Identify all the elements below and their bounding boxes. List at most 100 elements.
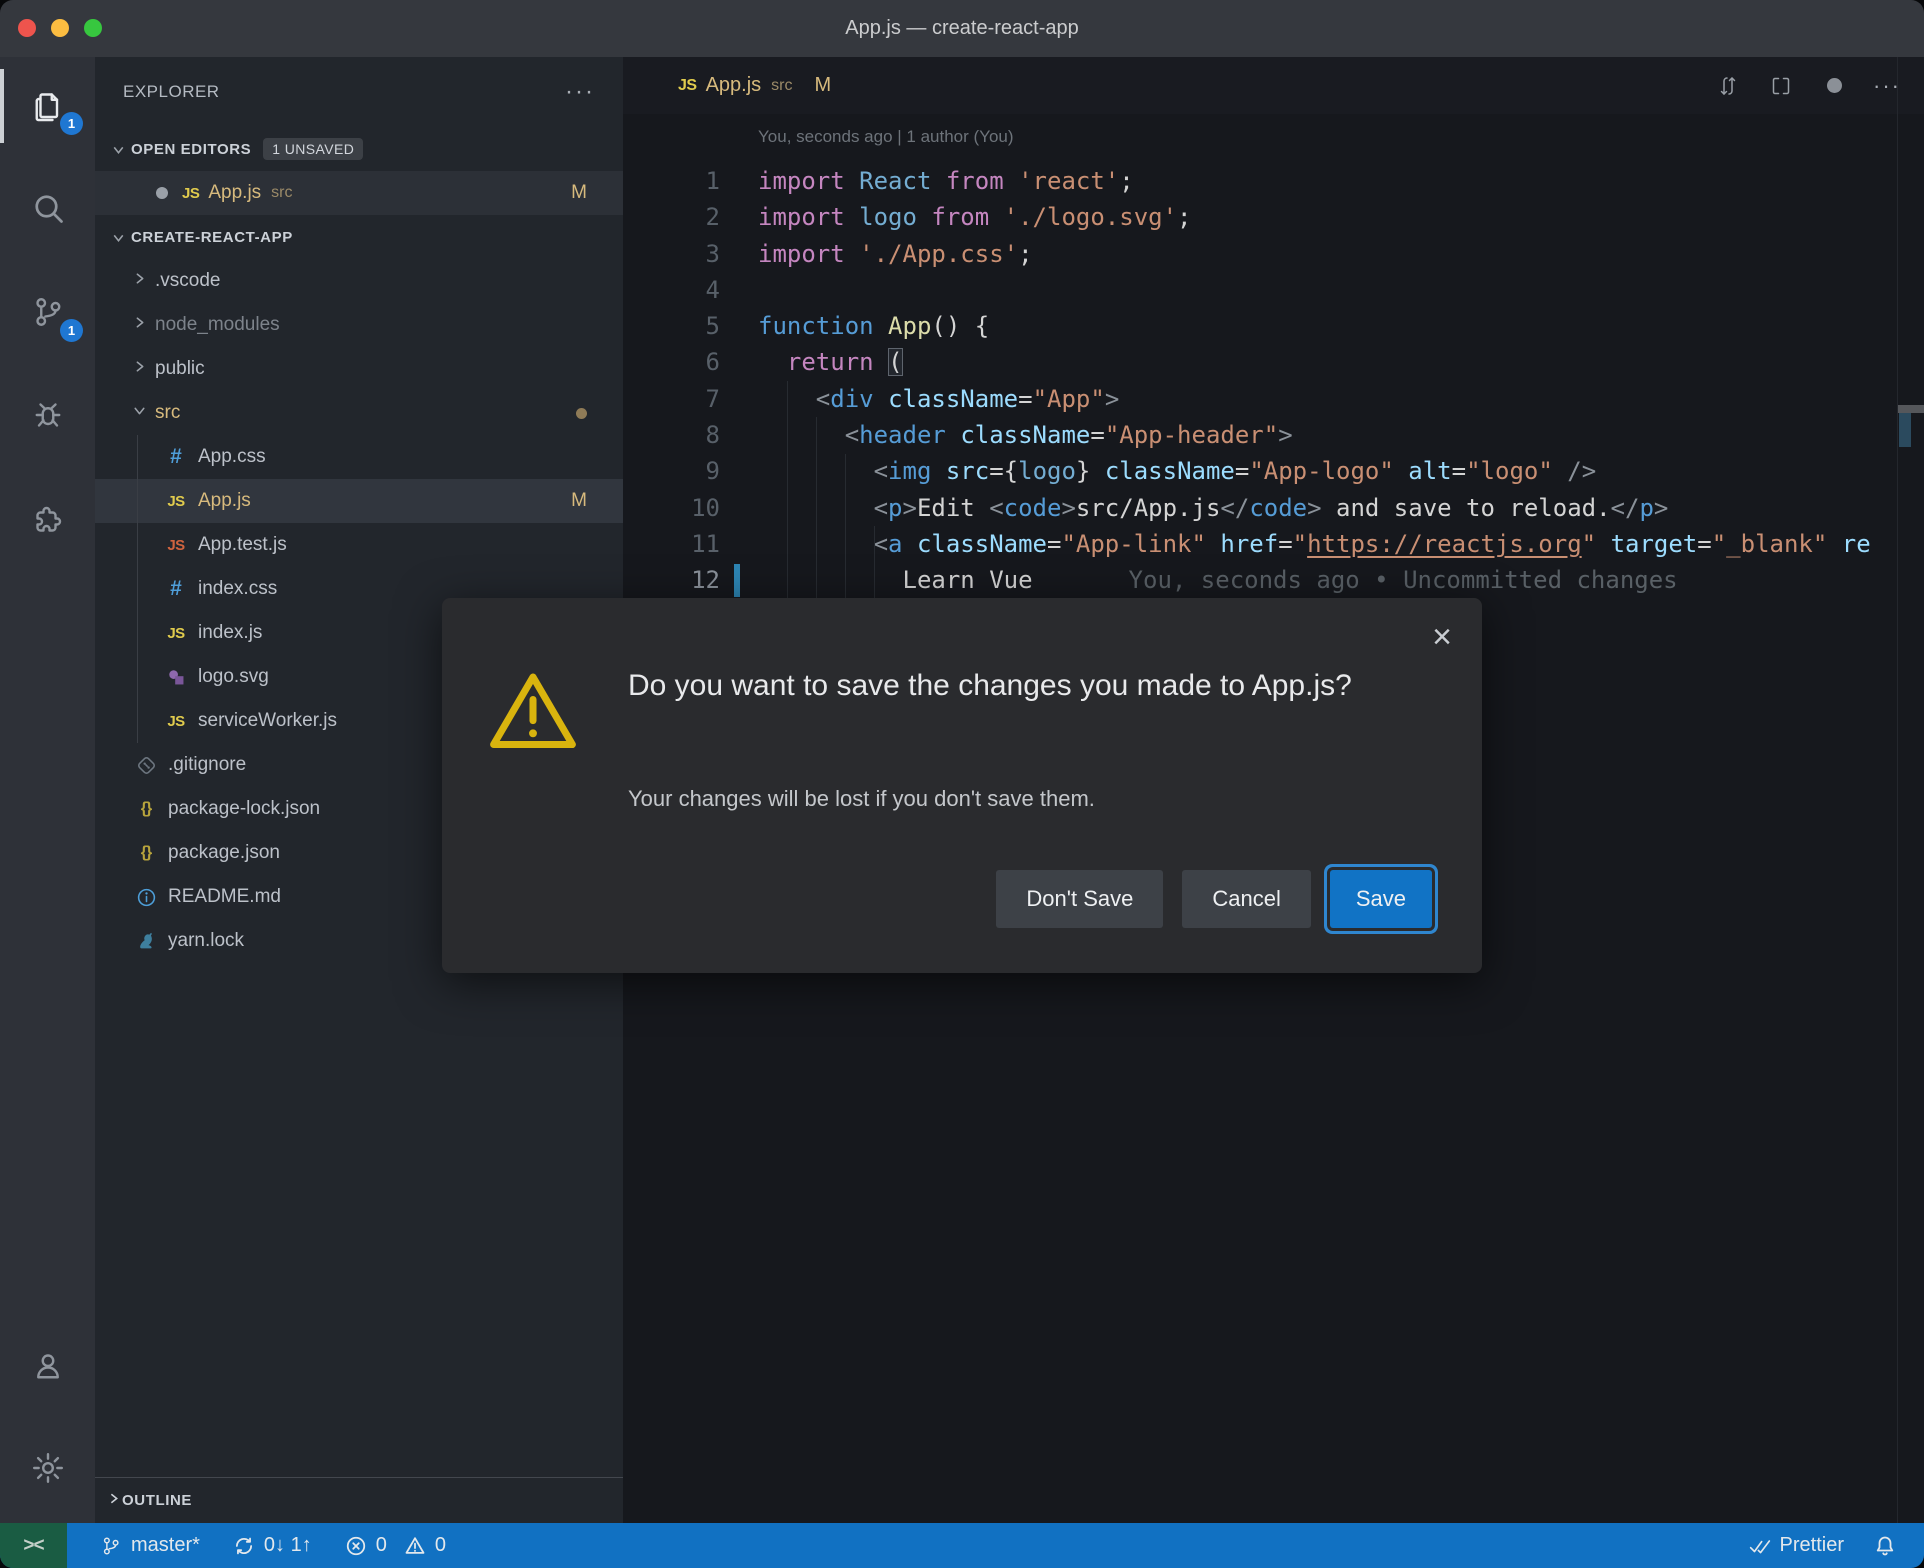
code-line-12[interactable]: 12 Learn Vue You, seconds ago • Uncommitt…: [623, 562, 1897, 598]
tree-item-label: index.css: [198, 578, 278, 599]
js-file-icon: JS: [678, 76, 697, 94]
modified-circle-icon[interactable]: [1821, 73, 1847, 99]
split-editor-icon[interactable]: [1768, 73, 1794, 99]
code-line-1[interactable]: 1 import React from 'react';: [623, 163, 1897, 199]
open-editor-item-appjs[interactable]: JS App.js src M: [95, 171, 623, 215]
editor-actions: ···: [1715, 57, 1900, 114]
css-file-icon: #: [170, 445, 182, 468]
status-item-prettier[interactable]: Prettier: [1749, 1534, 1844, 1557]
git-modified-badge: M: [571, 490, 587, 511]
tree-item-label: App.js: [198, 490, 251, 511]
line-number: 5: [705, 312, 720, 341]
sidebar-title: EXPLORER: [123, 82, 220, 101]
code-text: <p>Edit <code>src/App.js</code> and save…: [873, 493, 1669, 522]
tree-item-app-css[interactable]: # App.css: [95, 435, 623, 479]
unsaved-count-badge: 1 UNSAVED: [263, 138, 364, 160]
activity-item-debug[interactable]: [0, 387, 95, 443]
line-number: 3: [705, 239, 720, 268]
code-line-4[interactable]: 4: [623, 272, 1897, 308]
code-line-9[interactable]: 9 <img src={logo} className="App-logo" a…: [623, 453, 1897, 489]
scrollbar-slider[interactable]: [1898, 405, 1924, 413]
tree-item-src[interactable]: src: [95, 391, 623, 435]
tree-item-app-js[interactable]: JS App.js M: [95, 479, 623, 523]
workspace-section-header[interactable]: CREATE-REACT-APP: [95, 215, 623, 259]
activity-item-search[interactable]: [0, 180, 95, 236]
line-number: 1: [705, 167, 720, 195]
explorer-more-actions-icon[interactable]: ···: [565, 78, 595, 106]
open-editors-section-header[interactable]: OPEN EDITORS 1 UNSAVED: [95, 127, 623, 171]
tree-item-label: README.md: [168, 886, 281, 907]
tree-item-label: package-lock.json: [168, 798, 321, 819]
tree-item-public[interactable]: public: [95, 347, 623, 391]
remote-indicator[interactable]: ><: [0, 1523, 67, 1568]
code-line-2[interactable]: 2 import logo from './logo.svg';: [623, 199, 1897, 235]
tab-appjs[interactable]: JS App.js src M: [623, 57, 831, 114]
overview-ruler[interactable]: [1897, 57, 1924, 1523]
compare-changes-icon[interactable]: [1715, 73, 1741, 99]
tree-item-node-modules[interactable]: node_modules: [95, 303, 623, 347]
tree-item-label: serviceWorker.js: [198, 710, 338, 731]
dialog-title: Do you want to save the changes you made…: [628, 669, 1352, 702]
chevron-right-icon: [131, 270, 148, 293]
activity-bar: 11: [0, 57, 95, 1523]
activity-item-extensions[interactable]: [0, 492, 95, 548]
tree-item--vscode[interactable]: .vscode: [95, 259, 623, 303]
status-item-master-[interactable]: master*: [100, 1534, 200, 1557]
chevron-right-icon: [105, 1490, 122, 1511]
line-number: 12: [691, 566, 720, 595]
dirty-dot-icon[interactable]: [156, 187, 168, 199]
workspace-name: CREATE-REACT-APP: [131, 228, 293, 246]
tree-item-app-test-js[interactable]: JS App.test.js: [95, 523, 623, 567]
code-line-7[interactable]: 7 <div className="App">: [623, 381, 1897, 417]
line-number: 6: [705, 348, 720, 377]
js-file-icon: JS: [182, 184, 200, 202]
git-modified-badge: M: [571, 182, 587, 203]
tree-item-label: src: [155, 402, 181, 423]
line-number: 11: [691, 529, 720, 558]
line-number: 9: [705, 457, 720, 486]
line-number: 4: [705, 275, 720, 304]
save-button[interactable]: Save: [1329, 870, 1432, 928]
code-area[interactable]: 1 import React from 'react'; 2 import logo …: [623, 163, 1897, 599]
code-line-10[interactable]: 10 <p>Edit <code>src/App.js</code> and s…: [623, 490, 1897, 526]
code-line-3[interactable]: 3 import './App.css';: [623, 236, 1897, 272]
git-branch-icon: [30, 294, 66, 330]
chevron-right-icon: [131, 314, 148, 337]
cancel-button[interactable]: Cancel: [1182, 870, 1311, 928]
css-file-icon: #: [170, 577, 182, 600]
don-t-save-button[interactable]: Don't Save: [996, 870, 1164, 928]
status-item-bell-icon[interactable]: [1874, 1535, 1896, 1557]
activity-item-settings[interactable]: [0, 1440, 95, 1496]
json-file-icon: {}: [140, 800, 152, 817]
activity-item-account[interactable]: [0, 1338, 95, 1394]
warning-triangle-icon: [488, 670, 578, 754]
sync-icon: [233, 1535, 255, 1557]
code-line-5[interactable]: 5 function App() {: [623, 308, 1897, 344]
js-file-icon: JS: [167, 712, 185, 730]
gitlens-authors-codelens[interactable]: You, seconds ago | 1 author (You): [758, 127, 1014, 147]
line-number: 10: [691, 493, 720, 522]
activity-item-source-control[interactable]: 1: [0, 284, 95, 342]
status-item-0[interactable]: 00: [345, 1534, 446, 1557]
activity-item-explorer[interactable]: 1: [0, 77, 95, 135]
dialog-message: Your changes will be lost if you don't s…: [628, 786, 1095, 811]
code-line-11[interactable]: 11 <a className="App-link" href="https:/…: [623, 526, 1897, 562]
person-icon: [30, 1348, 66, 1384]
window-title: App.js — create-react-app: [845, 17, 1079, 39]
bug-icon: [30, 397, 66, 433]
status-item-0-1-[interactable]: 0↓ 1↑: [233, 1534, 312, 1557]
tree-item-label: App.css: [198, 446, 266, 467]
gitlens-inline-blame: You, seconds ago • Uncommitted changes: [1128, 566, 1678, 595]
code-line-8[interactable]: 8 <header className="App-header">: [623, 417, 1897, 453]
yarn-file-icon: [131, 931, 161, 952]
code-line-6[interactable]: 6 return (: [623, 344, 1897, 380]
outline-section-header[interactable]: OUTLINE: [95, 1477, 623, 1523]
tree-item-label: .gitignore: [168, 754, 247, 775]
activity-badge: 1: [60, 112, 83, 135]
code-text: <header className="App-header">: [844, 421, 1293, 450]
chevron-down-icon: [105, 229, 131, 246]
open-editors-label: OPEN EDITORS: [131, 140, 252, 158]
js-file-icon: JS: [167, 492, 185, 510]
close-icon[interactable]: ×: [1432, 620, 1452, 654]
error-circle-icon: [345, 1535, 367, 1557]
